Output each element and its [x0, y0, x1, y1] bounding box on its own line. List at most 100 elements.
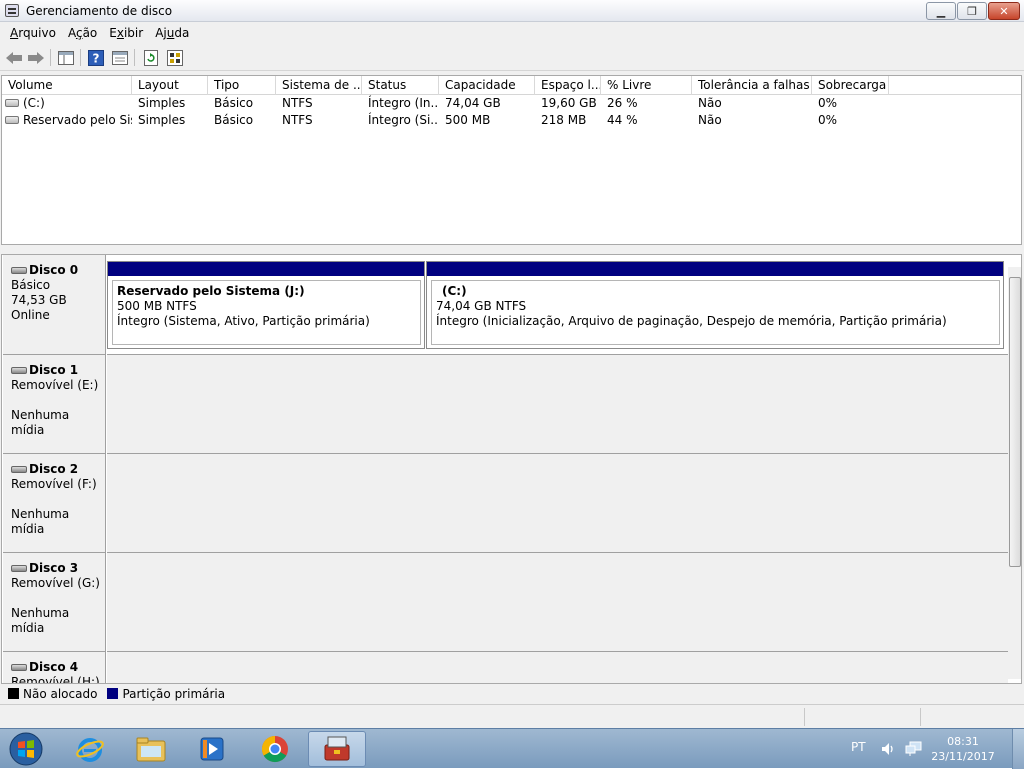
legend-label-primary: Partição primária — [122, 686, 226, 701]
legend-swatch-unallocated — [8, 688, 19, 699]
taskbar-chrome-icon[interactable] — [246, 731, 304, 767]
column-header-layout[interactable]: Layout — [132, 76, 208, 95]
cell-capacidade: 74,04 GB — [445, 96, 501, 110]
scrollbar-thumb[interactable] — [1009, 277, 1021, 567]
start-button[interactable] — [4, 731, 48, 767]
cell-capacidade: 500 MB — [445, 113, 491, 127]
svg-text:?: ? — [93, 52, 100, 66]
disk-management-window: Gerenciamento de disco ▁ ❐ ✕ Arquivo Açã… — [0, 0, 1024, 728]
cell-volume: (C:) — [2, 95, 132, 112]
taskbar-computer-management-icon[interactable] — [308, 731, 366, 767]
title-bar[interactable]: Gerenciamento de disco ▁ ❐ ✕ — [0, 0, 1024, 22]
disk-1-area[interactable] — [107, 355, 1008, 454]
taskbar-internet-explorer-icon[interactable] — [61, 731, 119, 767]
toolbar-separator — [80, 49, 81, 66]
window-title: Gerenciamento de disco — [26, 4, 173, 18]
show-desktop-button[interactable] — [1012, 729, 1024, 769]
column-header-espaco-livre[interactable]: Espaço l... — [535, 76, 601, 95]
partition-c[interactable]: (C:) 74,04 GB NTFS Íntegro (Inicializaçã… — [426, 261, 1004, 349]
removable-disk-icon — [11, 664, 27, 671]
removable-disk-icon — [11, 565, 27, 572]
cell-tipo: Básico — [214, 113, 254, 127]
cell-tolerancia: Não — [698, 113, 722, 127]
primary-partition-bar — [108, 262, 424, 276]
disk-4-label[interactable]: Disco 4 Removível (H:) — [3, 652, 106, 683]
cell-espaco-livre: 19,60 GB — [541, 96, 597, 110]
cell-tipo: Básico — [214, 96, 254, 110]
status-separator — [804, 708, 805, 726]
column-header-capacidade[interactable]: Capacidade — [439, 76, 535, 95]
help-icon[interactable]: ? — [86, 48, 106, 68]
table-row[interactable]: Reservado pelo Sis... Simples Básico NTF… — [2, 112, 1021, 129]
cell-volume: Reservado pelo Sis... — [2, 112, 132, 129]
volume-list-header: Volume Layout Tipo Sistema de ... Status… — [2, 76, 1021, 95]
cell-sistema: NTFS — [282, 96, 313, 110]
minimize-button[interactable]: ▁ — [926, 2, 956, 20]
toolbar-separator — [134, 49, 135, 66]
disk-3-area[interactable] — [107, 553, 1008, 652]
maximize-button[interactable]: ❐ — [957, 2, 987, 20]
primary-partition-bar — [427, 262, 1003, 276]
menu-arquivo[interactable]: Arquivo — [4, 26, 62, 40]
disk-settings-icon[interactable] — [165, 48, 185, 68]
menu-ajuda[interactable]: Ajuda — [149, 26, 195, 40]
properties-icon[interactable] — [110, 48, 130, 68]
column-header-sobrecarga[interactable]: Sobrecarga — [812, 76, 889, 95]
drive-icon — [5, 115, 19, 124]
cell-status: Íntegro (In... — [368, 96, 439, 110]
cell-status: Íntegro (Si... — [368, 113, 439, 127]
refresh-icon[interactable] — [141, 48, 161, 68]
volume-list[interactable]: Volume Layout Tipo Sistema de ... Status… — [1, 75, 1022, 245]
disk-2-label[interactable]: Disco 2 Removível (F:) Nenhuma mídia — [3, 454, 106, 553]
toolbar-separator — [50, 49, 51, 66]
cell-sobrecarga: 0% — [818, 113, 838, 127]
drive-icon — [5, 98, 19, 107]
clock-time: 08:31 — [947, 735, 979, 748]
column-header-pct-livre[interactable]: % Livre — [601, 76, 692, 95]
pane-splitter[interactable] — [0, 245, 1024, 254]
cell-espaco-livre: 218 MB — [541, 113, 587, 127]
disk-1-label[interactable]: Disco 1 Removível (E:) Nenhuma mídia — [3, 355, 106, 454]
legend-label-unallocated: Não alocado — [23, 686, 98, 701]
clock-date: 23/11/2017 — [931, 750, 995, 763]
column-header-tipo[interactable]: Tipo — [208, 76, 276, 95]
cell-pct-livre: 26 % — [607, 96, 638, 110]
status-separator — [920, 708, 921, 726]
cell-layout: Simples — [138, 113, 186, 127]
legend-bar: Não alocado Partição primária — [0, 684, 1024, 703]
disk-2-area[interactable] — [107, 454, 1008, 553]
column-header-tolerancia[interactable]: Tolerância a falhas — [692, 76, 812, 95]
column-header-status[interactable]: Status — [362, 76, 439, 95]
taskbar-media-player-icon[interactable] — [183, 731, 241, 767]
menu-acao[interactable]: Ação — [62, 26, 103, 40]
legend-swatch-primary — [107, 688, 119, 699]
disk-management-app-icon[interactable] — [5, 4, 19, 17]
toolbar: ? — [0, 44, 1024, 71]
tray-clock[interactable]: 08:31 23/11/2017 — [928, 734, 998, 764]
taskbar-explorer-icon[interactable] — [122, 731, 180, 767]
column-header-sistema[interactable]: Sistema de ... — [276, 76, 362, 95]
menu-exibir[interactable]: Exibir — [103, 26, 149, 40]
disk-3-label[interactable]: Disco 3 Removível (G:) Nenhuma mídia — [3, 553, 106, 652]
graph-vertical-scrollbar[interactable] — [1008, 267, 1021, 679]
taskbar: PT 08:31 23/11/2017 — [0, 728, 1024, 769]
hard-disk-icon — [11, 267, 27, 274]
disk-0-label[interactable]: Disco 0 Básico 74,53 GB Online — [3, 255, 106, 355]
column-header-volume[interactable]: Volume — [2, 76, 132, 95]
forward-arrow-icon[interactable] — [26, 48, 46, 68]
back-arrow-icon[interactable] — [4, 48, 24, 68]
show-hide-tree-icon[interactable] — [56, 48, 76, 68]
speaker-icon[interactable] — [880, 741, 896, 760]
cell-tolerancia: Não — [698, 96, 722, 110]
cell-pct-livre: 44 % — [607, 113, 638, 127]
table-row[interactable]: (C:) Simples Básico NTFS Íntegro (In... … — [2, 95, 1021, 112]
language-indicator[interactable]: PT — [851, 740, 866, 754]
cell-sistema: NTFS — [282, 113, 313, 127]
disk-4-area[interactable] — [107, 652, 1008, 683]
close-button[interactable]: ✕ — [988, 2, 1020, 20]
menu-bar: Arquivo Ação Exibir Ajuda — [0, 22, 1024, 44]
disk-graph-view: Disco 0 Básico 74,53 GB Online Reservado… — [1, 254, 1022, 684]
network-icon[interactable] — [905, 741, 923, 760]
disk-0-partitions: Reservado pelo Sistema (J:) 500 MB NTFS … — [107, 255, 1008, 355]
partition-reservado[interactable]: Reservado pelo Sistema (J:) 500 MB NTFS … — [107, 261, 425, 349]
